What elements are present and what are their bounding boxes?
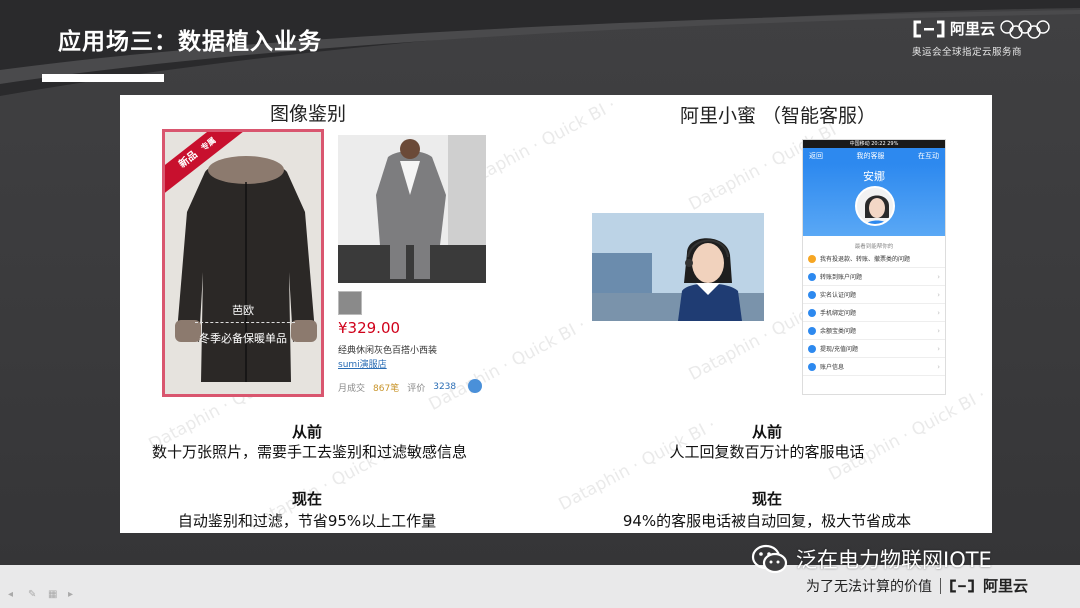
product-thumbnail[interactable] bbox=[338, 291, 362, 315]
section-title-ali-xiaomi: 阿里小蜜 （智能客服） bbox=[680, 105, 877, 127]
suit-product-image bbox=[338, 135, 486, 283]
right-before-heading: 从前 bbox=[751, 423, 782, 441]
coat-tagline: 冬季必备保暖单品 bbox=[199, 332, 287, 345]
right-now-text: 94%的客服电话被自动回复，极大节省成本 bbox=[622, 512, 912, 530]
question-icon bbox=[808, 272, 816, 281]
phone-status-bar: 中国移动 20:22 29% bbox=[803, 140, 945, 148]
olympic-rings-icon bbox=[1000, 19, 1050, 39]
call-center-illustration bbox=[592, 213, 764, 321]
header-logo: 阿里云 奥运会全球指定云服务商 bbox=[912, 18, 1062, 62]
shop-link[interactable]: sumi演服店 bbox=[338, 357, 387, 370]
watermark: Dataphin · Quick BI · bbox=[425, 315, 590, 415]
question-icon bbox=[808, 290, 816, 299]
phone-menu-item[interactable]: 手机绑定问题 › bbox=[803, 304, 945, 322]
phone-nav-action[interactable]: 在互动 bbox=[918, 151, 939, 161]
prev-slide-icon[interactable]: ◂ bbox=[8, 589, 20, 601]
watermark: Dataphin · Quick BI · bbox=[825, 385, 990, 485]
agent-avatar-illustration bbox=[857, 188, 893, 224]
next-slide-icon[interactable]: ▸ bbox=[68, 589, 80, 601]
cart-icon[interactable] bbox=[468, 379, 482, 393]
product-stats: 月成交 867笔 评价 3238 bbox=[338, 378, 488, 396]
product-price: ¥329.00 bbox=[338, 319, 401, 337]
header-brand: 阿里云 bbox=[950, 20, 996, 38]
suit-illustration bbox=[338, 135, 486, 283]
rating-value: 3238 bbox=[433, 382, 457, 392]
badge-label: 新品 bbox=[177, 149, 200, 171]
call-center-photo bbox=[592, 213, 764, 321]
agent-name: 安娜 bbox=[863, 170, 885, 183]
question-icon bbox=[808, 254, 816, 263]
phone-back-button[interactable]: 返回 bbox=[809, 151, 823, 161]
chevron-right-icon: › bbox=[937, 272, 940, 281]
question-icon bbox=[808, 344, 816, 353]
menu-item-label: 我有投退款、转账、撤票类的问题 bbox=[820, 256, 911, 263]
chevron-right-icon: › bbox=[937, 308, 940, 317]
coat-divider bbox=[195, 322, 295, 323]
menu-item-label: 提现/充值问题 bbox=[820, 346, 859, 353]
watermark: Dataphin · Quick BI · bbox=[555, 415, 720, 515]
phone-nav-bar: 返回 我的客服 在互动 bbox=[803, 148, 945, 164]
menu-item-label: 手机绑定问题 bbox=[820, 310, 857, 317]
slide-title: 应用场三：数据植入业务 bbox=[58, 29, 322, 55]
menu-item-label: 余额宝类问题 bbox=[820, 328, 857, 335]
coat-brand: 芭欧 bbox=[232, 304, 254, 317]
chevron-right-icon: › bbox=[937, 362, 940, 371]
phone-hint: 最看到能帮你的 bbox=[854, 244, 894, 250]
header-subtitle: 奥运会全球指定云服务商 bbox=[912, 47, 1023, 58]
sales-label: 月成交 bbox=[338, 383, 366, 394]
content-panel: Dataphin · Quick BI · Dataphin · Quick B… bbox=[120, 95, 992, 533]
title-underline bbox=[42, 74, 164, 82]
badge-tag: 专属 bbox=[199, 135, 218, 153]
question-icon bbox=[808, 362, 816, 371]
left-before-text: 数十万张照片，需要手工去鉴别和过滤敏感信息 bbox=[152, 443, 468, 461]
rating-label: 评价 bbox=[407, 383, 426, 394]
chevron-right-icon: › bbox=[937, 326, 940, 335]
menu-item-label: 实名认证问题 bbox=[820, 292, 857, 299]
phone-agent-header: 安娜 bbox=[803, 164, 945, 236]
phone-menu-item[interactable]: 账户信息 › bbox=[803, 358, 945, 376]
aliyun-logo-icon bbox=[950, 579, 974, 592]
agent-avatar bbox=[855, 186, 895, 226]
footer-brand: 阿里云 bbox=[983, 577, 1029, 595]
grid-icon[interactable]: ▦ bbox=[48, 589, 60, 601]
wechat-icon bbox=[751, 544, 788, 574]
chevron-right-icon: › bbox=[937, 344, 940, 353]
phone-menu-item[interactable]: 提现/充值问题 › bbox=[803, 340, 945, 358]
slide-toolbar: ◂ ✎ ▦ ▸ bbox=[8, 589, 80, 601]
right-before-text: 人工回复数百万计的客服电话 bbox=[669, 443, 865, 461]
chevron-right-icon: › bbox=[937, 290, 940, 299]
footer-slogan: 为了无法计算的价值 阿里云 bbox=[806, 575, 1028, 596]
aliyun-logo-icon bbox=[913, 20, 945, 37]
right-now-heading: 现在 bbox=[751, 490, 782, 508]
menu-item-label: 账户信息 bbox=[820, 364, 845, 371]
section-title-image-identification: 图像鉴别 bbox=[270, 103, 347, 125]
phone-mockup: 中国移动 20:22 29% 返回 我的客服 在互动 安娜 最看到能帮你的 我有… bbox=[802, 139, 946, 395]
wechat-account-name: 泛在电力物联网IOTE bbox=[796, 548, 992, 572]
phone-nav-title: 我的客服 bbox=[856, 152, 885, 160]
phone-menu-item[interactable]: 实名认证问题 › bbox=[803, 286, 945, 304]
slogan-divider bbox=[940, 577, 941, 594]
coat-product-image: 新品 专属 芭欧 冬季必备保暖单品 bbox=[162, 129, 324, 397]
menu-item-label: 转账到账户问题 bbox=[820, 274, 863, 281]
question-icon bbox=[808, 326, 816, 335]
slogan-text: 为了无法计算的价值 bbox=[806, 578, 932, 595]
phone-menu-item[interactable]: 余额宝类问题 › bbox=[803, 322, 945, 340]
pen-icon[interactable]: ✎ bbox=[28, 589, 40, 601]
phone-menu-item[interactable]: 我有投退款、转账、撤票类的问题 bbox=[803, 250, 945, 268]
left-now-heading: 现在 bbox=[291, 490, 322, 508]
product-name: 经典休闲灰色百搭小西装 bbox=[338, 346, 438, 356]
question-icon bbox=[808, 308, 816, 317]
left-now-text: 自动鉴别和过滤，节省95%以上工作量 bbox=[177, 512, 437, 530]
sales-value: 867笔 bbox=[373, 383, 400, 394]
left-before-heading: 从前 bbox=[291, 423, 322, 441]
phone-menu-item[interactable]: 转账到账户问题 › bbox=[803, 268, 945, 286]
